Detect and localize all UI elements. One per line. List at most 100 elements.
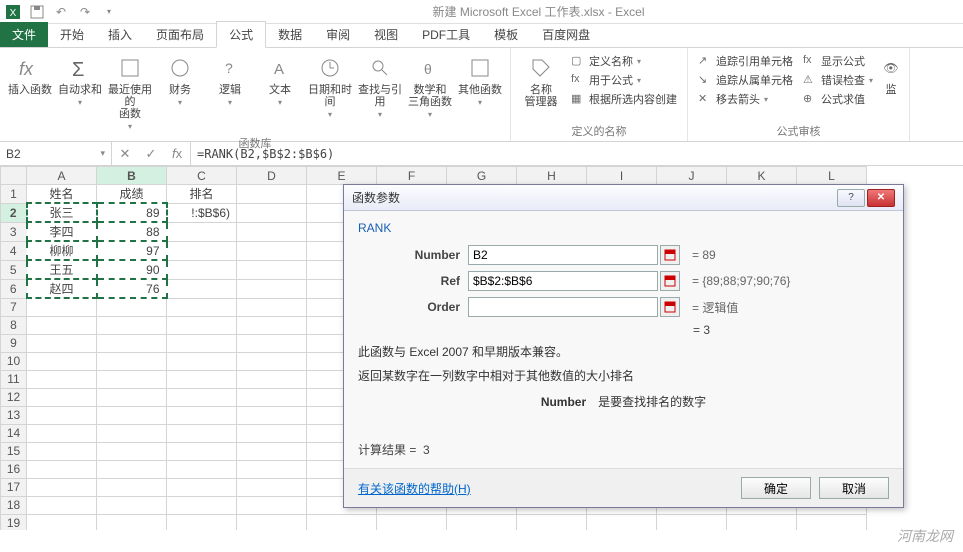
- col-header[interactable]: G: [447, 167, 517, 185]
- col-header[interactable]: H: [517, 167, 587, 185]
- col-header[interactable]: F: [377, 167, 447, 185]
- arg-input-ref[interactable]: [468, 271, 658, 291]
- cell[interactable]: !:$B$6): [167, 203, 237, 222]
- autosum-button[interactable]: Σ自动求和▾: [56, 52, 104, 109]
- cell[interactable]: 76: [97, 279, 167, 298]
- cell[interactable]: [167, 316, 237, 334]
- tab-layout[interactable]: 页面布局: [144, 22, 216, 47]
- cell[interactable]: [167, 514, 237, 530]
- trace-precedents-button[interactable]: ↗追踪引用单元格: [694, 52, 797, 70]
- cell[interactable]: [447, 514, 517, 530]
- cell[interactable]: 柳柳: [27, 241, 97, 260]
- help-link[interactable]: 有关该函数的帮助(H): [358, 480, 471, 497]
- cell[interactable]: [167, 442, 237, 460]
- cell[interactable]: [27, 388, 97, 406]
- arg-input-number[interactable]: [468, 245, 658, 265]
- fx-icon[interactable]: fx: [164, 146, 190, 161]
- cell[interactable]: [307, 514, 377, 530]
- cell[interactable]: [727, 514, 797, 530]
- cell[interactable]: [237, 460, 307, 478]
- tab-formulas[interactable]: 公式: [216, 21, 266, 48]
- financial-button[interactable]: 财务▾: [156, 52, 204, 109]
- undo-icon[interactable]: ↶: [52, 3, 70, 21]
- cell[interactable]: [237, 370, 307, 388]
- datetime-button[interactable]: 日期和时间▾: [306, 52, 354, 121]
- cell[interactable]: [797, 514, 867, 530]
- row-header[interactable]: 10: [1, 352, 27, 370]
- watch-window-button[interactable]: 👁监: [879, 52, 903, 98]
- remove-arrows-button[interactable]: ✕移去箭头 ▾: [694, 90, 797, 108]
- define-name-button[interactable]: ▢定义名称 ▾: [567, 52, 681, 70]
- cell[interactable]: 姓名: [27, 185, 97, 204]
- cell[interactable]: [97, 424, 167, 442]
- cell[interactable]: 89: [97, 203, 167, 222]
- ok-button[interactable]: 确定: [741, 477, 811, 499]
- row-header[interactable]: 2: [1, 203, 27, 222]
- cell[interactable]: [167, 370, 237, 388]
- cell[interactable]: [167, 279, 237, 298]
- cell[interactable]: [27, 478, 97, 496]
- cell[interactable]: [237, 442, 307, 460]
- cell[interactable]: [27, 460, 97, 478]
- row-header[interactable]: 6: [1, 279, 27, 298]
- col-header[interactable]: K: [727, 167, 797, 185]
- row-header[interactable]: 8: [1, 316, 27, 334]
- cancel-icon[interactable]: ✕: [112, 146, 138, 162]
- row-header[interactable]: 4: [1, 241, 27, 260]
- cell[interactable]: [27, 406, 97, 424]
- cell[interactable]: [237, 478, 307, 496]
- close-icon[interactable]: ✕: [867, 189, 895, 207]
- cell[interactable]: [237, 203, 307, 222]
- cell[interactable]: [167, 406, 237, 424]
- row-header[interactable]: 9: [1, 334, 27, 352]
- range-selector-icon[interactable]: [660, 245, 680, 265]
- cell[interactable]: [27, 370, 97, 388]
- qat-dropdown-icon[interactable]: ▾: [100, 3, 118, 21]
- chevron-down-icon[interactable]: ▾: [100, 148, 105, 159]
- row-header[interactable]: 11: [1, 370, 27, 388]
- cell[interactable]: [237, 496, 307, 514]
- cell[interactable]: 排名: [167, 185, 237, 204]
- cancel-button[interactable]: 取消: [819, 477, 889, 499]
- tab-pdf[interactable]: PDF工具: [410, 22, 482, 47]
- cell[interactable]: [237, 185, 307, 204]
- cell[interactable]: [237, 316, 307, 334]
- cell[interactable]: [237, 514, 307, 530]
- cell[interactable]: 90: [97, 260, 167, 279]
- row-header[interactable]: 12: [1, 388, 27, 406]
- cell[interactable]: [97, 442, 167, 460]
- text-button[interactable]: A文本▾: [256, 52, 304, 109]
- col-header[interactable]: L: [797, 167, 867, 185]
- cell[interactable]: [97, 370, 167, 388]
- cell[interactable]: 成绩: [97, 185, 167, 204]
- cell[interactable]: [97, 352, 167, 370]
- more-button[interactable]: 其他函数▾: [456, 52, 504, 109]
- col-header[interactable]: B: [97, 167, 167, 185]
- cell[interactable]: [97, 388, 167, 406]
- enter-icon[interactable]: ✓: [138, 146, 164, 162]
- cell[interactable]: [237, 298, 307, 316]
- row-header[interactable]: 17: [1, 478, 27, 496]
- row-header[interactable]: 19: [1, 514, 27, 530]
- col-header[interactable]: C: [167, 167, 237, 185]
- evaluate-formula-button[interactable]: ⊕公式求值: [799, 90, 877, 108]
- cell[interactable]: [237, 406, 307, 424]
- cell[interactable]: [27, 514, 97, 530]
- cell[interactable]: [27, 496, 97, 514]
- range-selector-icon[interactable]: [660, 297, 680, 317]
- help-icon[interactable]: ?: [837, 189, 865, 207]
- tab-data[interactable]: 数据: [266, 22, 314, 47]
- select-all[interactable]: [1, 167, 27, 185]
- row-header[interactable]: 18: [1, 496, 27, 514]
- trace-dependents-button[interactable]: ↘追踪从属单元格: [694, 71, 797, 89]
- create-from-selection-button[interactable]: ▦根据所选内容创建: [567, 90, 681, 108]
- cell[interactable]: [97, 334, 167, 352]
- cell[interactable]: [237, 388, 307, 406]
- row-header[interactable]: 1: [1, 185, 27, 204]
- cell[interactable]: [97, 460, 167, 478]
- cell[interactable]: [167, 496, 237, 514]
- cell[interactable]: [97, 298, 167, 316]
- row-header[interactable]: 16: [1, 460, 27, 478]
- redo-icon[interactable]: ↷: [76, 3, 94, 21]
- row-header[interactable]: 5: [1, 260, 27, 279]
